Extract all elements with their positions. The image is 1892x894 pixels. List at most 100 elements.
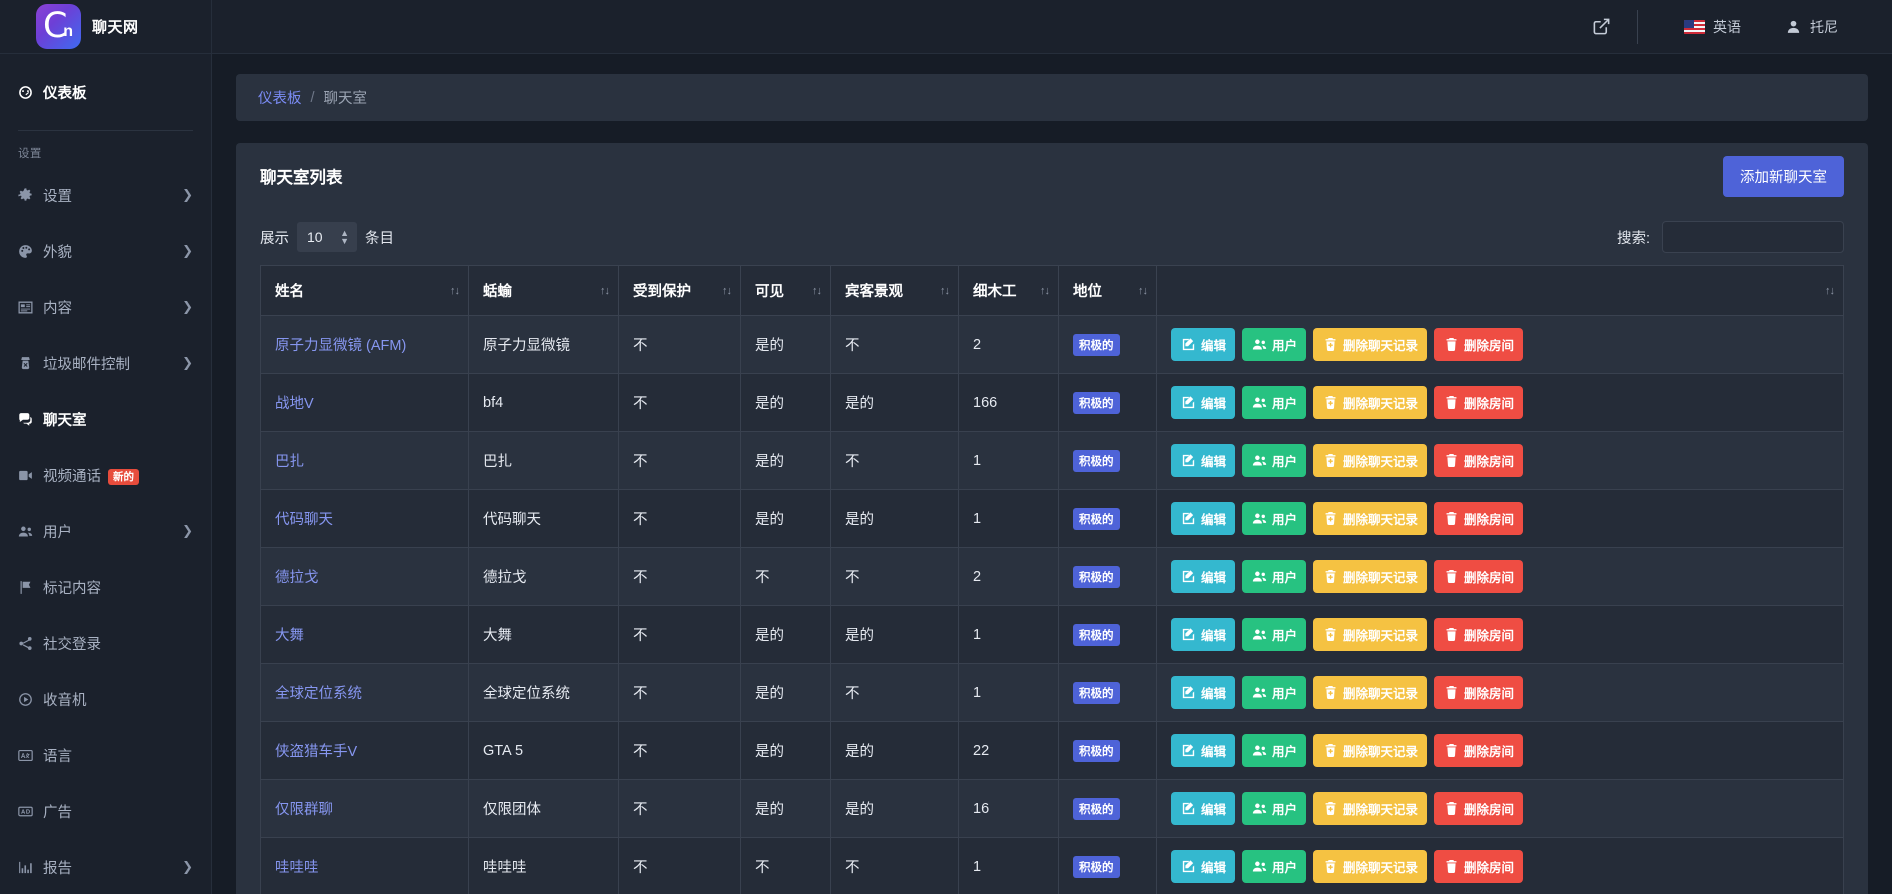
users-button[interactable]: 用户 <box>1242 386 1306 419</box>
sidebar-item-8[interactable]: 用户❯ <box>0 503 211 559</box>
status-badge: 积极的 <box>1073 566 1120 588</box>
edit-button[interactable]: 编辑 <box>1171 792 1235 825</box>
cell-visible: 是的 <box>741 374 831 432</box>
edit-button[interactable]: 编辑 <box>1171 734 1235 767</box>
user-icon <box>1785 18 1802 35</box>
clear-button[interactable]: 删除聊天记录 <box>1313 850 1427 883</box>
main-area: 英语 托尼 仪表板 / 聊天室 聊天室列表 添加新聊天室 <box>212 0 1892 894</box>
edit-button[interactable]: 编辑 <box>1171 328 1235 361</box>
sort-icon: ↑↓ <box>812 285 821 297</box>
sidebar-item-7[interactable]: 视频通话新的 <box>0 447 211 503</box>
sidebar-item-13[interactable]: 广告 <box>0 783 211 839</box>
column-header-label: 受到保护 <box>633 284 691 300</box>
cell-name: 大舞 <box>261 606 469 664</box>
del-button[interactable]: 删除房间 <box>1434 560 1523 593</box>
brand-name: 聊天网 <box>92 16 139 37</box>
column-header-4[interactable]: 可见↑↓ <box>741 266 831 316</box>
pencil-square-icon <box>1180 800 1197 817</box>
shield-spam-icon <box>17 355 43 372</box>
edit-button[interactable]: 编辑 <box>1171 618 1235 651</box>
chatroom-name-link[interactable]: 全球定位系统 <box>275 686 362 702</box>
sidebar-item-4[interactable]: 内容❯ <box>0 279 211 335</box>
del-button[interactable]: 删除房间 <box>1434 850 1523 883</box>
sidebar-item-9[interactable]: 标记内容 <box>0 559 211 615</box>
users-icon <box>1251 452 1268 469</box>
edit-button[interactable]: 编辑 <box>1171 676 1235 709</box>
edit-button-label: 编辑 <box>1201 857 1226 876</box>
column-header-8[interactable]: ↑↓ <box>1157 266 1844 316</box>
sidebar-item-12[interactable]: 语言 <box>0 727 211 783</box>
clear-button[interactable]: 删除聊天记录 <box>1313 560 1427 593</box>
sidebar-item-3[interactable]: 外貌❯ <box>0 223 211 279</box>
edit-button[interactable]: 编辑 <box>1171 560 1235 593</box>
chatroom-name-link[interactable]: 侠盗猎车手V <box>275 744 357 760</box>
del-button[interactable]: 删除房间 <box>1434 676 1523 709</box>
sort-icon: ↑↓ <box>1040 285 1049 297</box>
sidebar-item-5[interactable]: 垃圾邮件控制❯ <box>0 335 211 391</box>
sidebar-item-6[interactable]: 聊天室 <box>0 391 211 447</box>
users-button-label: 用户 <box>1272 567 1297 586</box>
clear-button[interactable]: 删除聊天记录 <box>1313 618 1427 651</box>
edit-button[interactable]: 编辑 <box>1171 386 1235 419</box>
list-box-icon <box>17 299 43 316</box>
sort-icon: ↑↓ <box>940 285 949 297</box>
cell-visible: 不 <box>741 548 831 606</box>
chatroom-name-link[interactable]: 德拉戈 <box>275 570 319 586</box>
del-button[interactable]: 删除房间 <box>1434 328 1523 361</box>
del-button[interactable]: 删除房间 <box>1434 444 1523 477</box>
users-button[interactable]: 用户 <box>1242 560 1306 593</box>
clear-button[interactable]: 删除聊天记录 <box>1313 386 1427 419</box>
breadcrumb-root[interactable]: 仪表板 <box>258 87 302 108</box>
chatroom-name-link[interactable]: 大舞 <box>275 628 304 644</box>
users-button[interactable]: 用户 <box>1242 676 1306 709</box>
column-header-1[interactable]: 姓名↑↓ <box>261 266 469 316</box>
chatroom-name-link[interactable]: 仅限群聊 <box>275 802 333 818</box>
edit-button[interactable]: 编辑 <box>1171 444 1235 477</box>
brand[interactable]: C n 聊天网 <box>0 0 211 54</box>
clear-button[interactable]: 删除聊天记录 <box>1313 676 1427 709</box>
users-button[interactable]: 用户 <box>1242 328 1306 361</box>
chatroom-name-link[interactable]: 代码聊天 <box>275 512 333 528</box>
users-button[interactable]: 用户 <box>1242 444 1306 477</box>
users-button[interactable]: 用户 <box>1242 618 1306 651</box>
search-input[interactable] <box>1662 221 1844 253</box>
column-header-2[interactable]: 蛞蝓↑↓ <box>469 266 619 316</box>
clear-button[interactable]: 删除聊天记录 <box>1313 328 1427 361</box>
del-button[interactable]: 删除房间 <box>1434 386 1523 419</box>
sidebar-item-label: 设置 <box>43 185 182 206</box>
sidebar-item-label: 收音机 <box>43 689 193 710</box>
chatroom-name-link[interactable]: 原子力显微镜 (AFM) <box>275 338 406 354</box>
users-button[interactable]: 用户 <box>1242 734 1306 767</box>
column-header-6[interactable]: 细木工↑↓ <box>959 266 1059 316</box>
clear-button[interactable]: 删除聊天记录 <box>1313 502 1427 535</box>
language-switcher[interactable]: 英语 <box>1662 17 1763 37</box>
users-button[interactable]: 用户 <box>1242 792 1306 825</box>
chatroom-name-link[interactable]: 战地V <box>275 396 314 412</box>
sidebar-item-1[interactable]: 仪表板 <box>0 64 211 120</box>
edit-button[interactable]: 编辑 <box>1171 502 1235 535</box>
sidebar-item-11[interactable]: 收音机 <box>0 671 211 727</box>
external-link-icon[interactable] <box>1570 17 1633 36</box>
column-header-7[interactable]: 地位↑↓ <box>1059 266 1157 316</box>
chatroom-name-link[interactable]: 哇哇哇 <box>275 860 319 876</box>
sidebar-item-14[interactable]: 报告❯ <box>0 839 211 894</box>
sidebar-item-10[interactable]: 社交登录 <box>0 615 211 671</box>
del-button[interactable]: 删除房间 <box>1434 502 1523 535</box>
add-chatroom-button[interactable]: 添加新聊天室 <box>1723 156 1844 197</box>
column-header-5[interactable]: 宾客景观↑↓ <box>831 266 959 316</box>
clear-button[interactable]: 删除聊天记录 <box>1313 444 1427 477</box>
del-button[interactable]: 删除房间 <box>1434 734 1523 767</box>
del-button[interactable]: 删除房间 <box>1434 792 1523 825</box>
sidebar-item-2[interactable]: 设置❯ <box>0 167 211 223</box>
column-header-3[interactable]: 受到保护↑↓ <box>619 266 741 316</box>
users-button[interactable]: 用户 <box>1242 850 1306 883</box>
clear-button[interactable]: 删除聊天记录 <box>1313 792 1427 825</box>
del-button[interactable]: 删除房间 <box>1434 618 1523 651</box>
page-length-select[interactable]: 102550100 <box>297 222 357 252</box>
chevron-right-icon: ❯ <box>182 355 193 371</box>
user-menu[interactable]: 托尼 <box>1763 17 1860 37</box>
edit-button[interactable]: 编辑 <box>1171 850 1235 883</box>
users-button[interactable]: 用户 <box>1242 502 1306 535</box>
chatroom-name-link[interactable]: 巴扎 <box>275 454 304 470</box>
clear-button[interactable]: 删除聊天记录 <box>1313 734 1427 767</box>
